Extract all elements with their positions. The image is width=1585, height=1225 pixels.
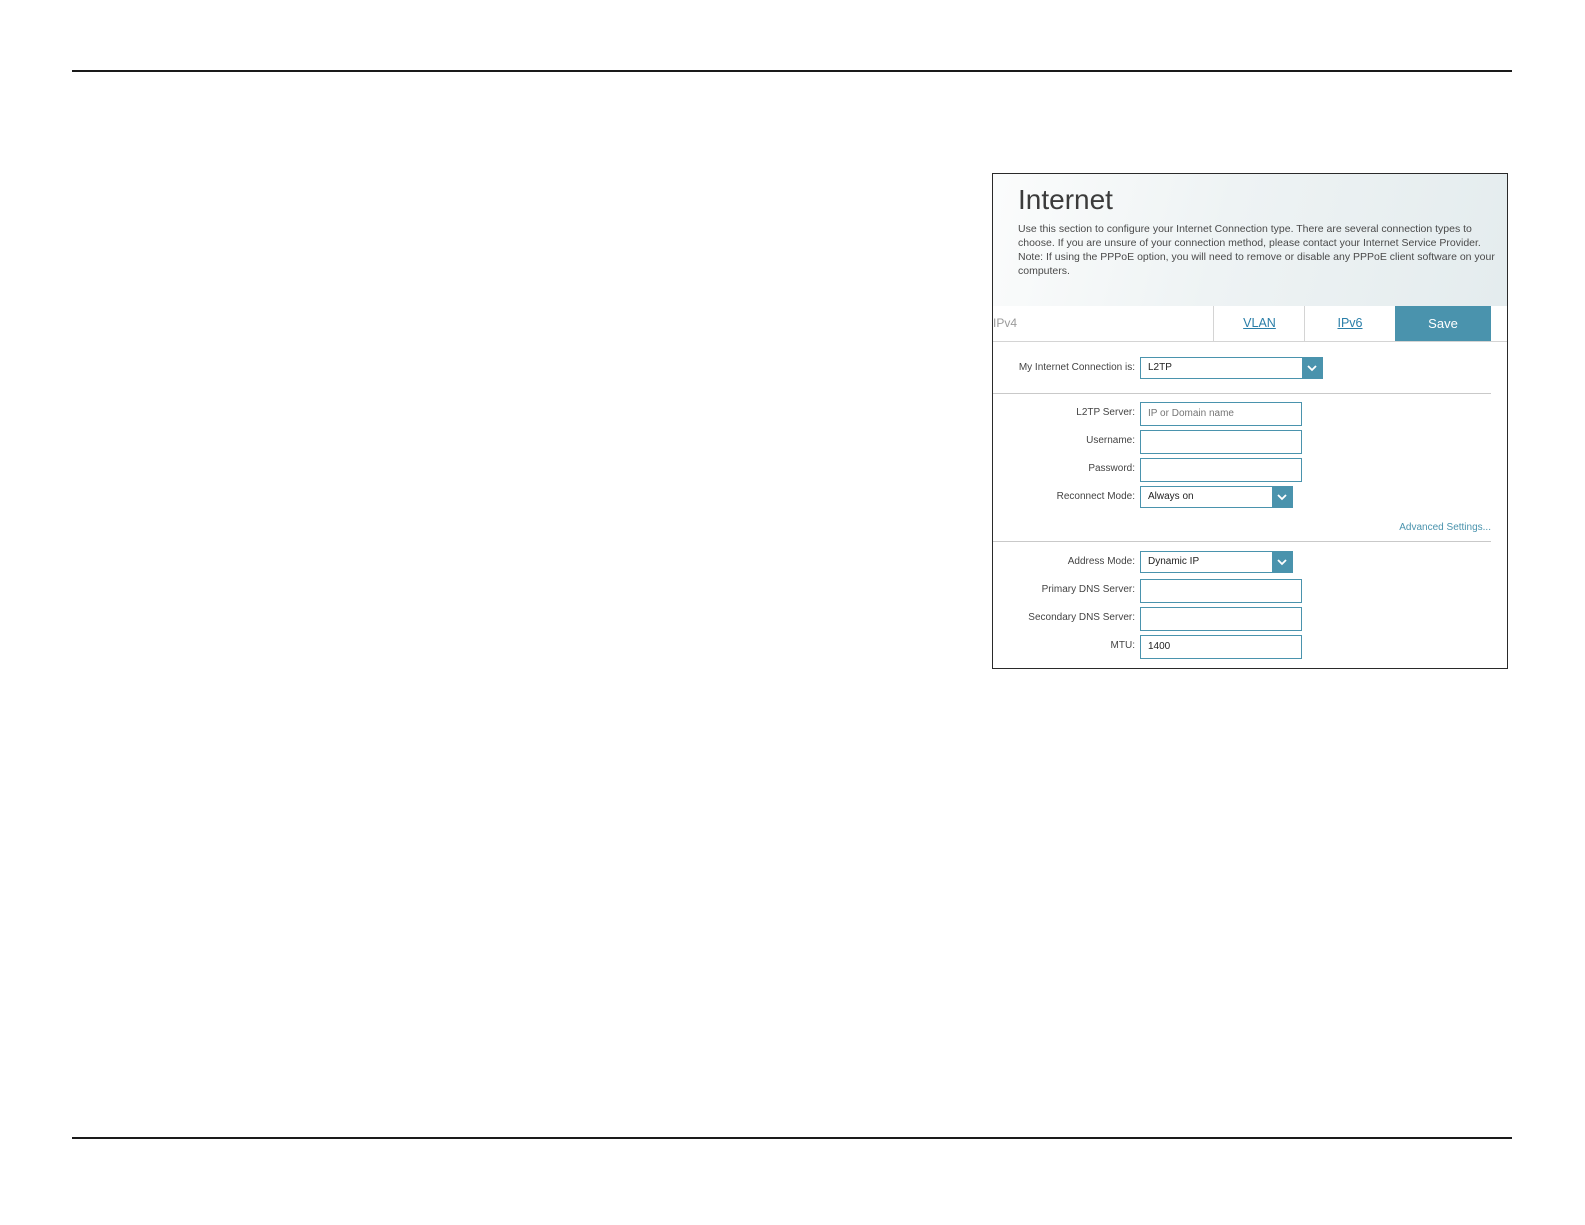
chevron-down-icon[interactable] bbox=[1302, 358, 1322, 378]
page-title: Internet bbox=[1018, 184, 1113, 215]
password-label: Password: bbox=[1088, 463, 1135, 474]
primary-dns-row: Primary DNS Server: bbox=[993, 579, 1507, 603]
username-row: Username: bbox=[993, 430, 1507, 454]
password-row: Password: bbox=[993, 458, 1507, 482]
l2tp-server-input[interactable] bbox=[1140, 402, 1302, 426]
password-input[interactable] bbox=[1140, 458, 1302, 482]
connection-type-label: My Internet Connection is: bbox=[1018, 362, 1135, 373]
mtu-input[interactable] bbox=[1140, 635, 1302, 659]
secondary-dns-label: Secondary DNS Server: bbox=[1028, 612, 1135, 623]
advanced-settings-link[interactable]: Advanced Settings... bbox=[1399, 522, 1491, 533]
address-mode-select[interactable]: Dynamic IP bbox=[1140, 551, 1293, 573]
section-divider bbox=[993, 393, 1491, 394]
secondary-dns-input[interactable] bbox=[1140, 607, 1302, 631]
primary-dns-input[interactable] bbox=[1140, 579, 1302, 603]
internet-settings-panel: Internet Use this section to configure y… bbox=[992, 173, 1508, 669]
username-input[interactable] bbox=[1140, 430, 1302, 454]
tab-ipv6[interactable]: IPv6 bbox=[1304, 306, 1395, 341]
primary-dns-label: Primary DNS Server: bbox=[1041, 584, 1135, 595]
l2tp-server-label: L2TP Server: bbox=[1076, 407, 1135, 418]
address-mode-row: Address Mode: Dynamic IP bbox=[993, 551, 1507, 575]
secondary-dns-row: Secondary DNS Server: bbox=[993, 607, 1507, 631]
page-description: Use this section to configure your Inter… bbox=[1018, 223, 1495, 277]
panel-header: Internet Use this section to configure y… bbox=[993, 174, 1507, 306]
connection-type-select[interactable]: L2TP bbox=[1140, 357, 1323, 379]
reconnect-mode-value: Always on bbox=[1148, 491, 1194, 502]
top-rule bbox=[72, 70, 1512, 72]
reconnect-mode-row: Reconnect Mode: Always on bbox=[993, 486, 1507, 510]
mtu-label: MTU: bbox=[1110, 640, 1135, 651]
address-mode-value: Dynamic IP bbox=[1148, 556, 1200, 567]
connection-type-row: My Internet Connection is: L2TP bbox=[993, 357, 1507, 381]
reconnect-mode-select[interactable]: Always on bbox=[1140, 486, 1293, 508]
bottom-rule bbox=[72, 1137, 1512, 1139]
reconnect-mode-label: Reconnect Mode: bbox=[1056, 491, 1135, 502]
tab-vlan[interactable]: VLAN bbox=[1213, 306, 1305, 341]
chevron-down-icon[interactable] bbox=[1272, 487, 1292, 507]
address-mode-label: Address Mode: bbox=[1067, 556, 1135, 567]
section-divider bbox=[993, 541, 1491, 542]
mtu-row: MTU: bbox=[993, 635, 1507, 659]
save-button[interactable]: Save bbox=[1395, 306, 1491, 341]
connection-type-value: L2TP bbox=[1148, 362, 1172, 373]
l2tp-server-row: L2TP Server: bbox=[993, 402, 1507, 426]
username-label: Username: bbox=[1086, 435, 1135, 446]
chevron-down-icon[interactable] bbox=[1272, 552, 1292, 572]
tab-ipv4: IPv4 bbox=[993, 316, 1018, 330]
tab-bar: IPv4 VLAN IPv6 Save bbox=[993, 306, 1507, 342]
